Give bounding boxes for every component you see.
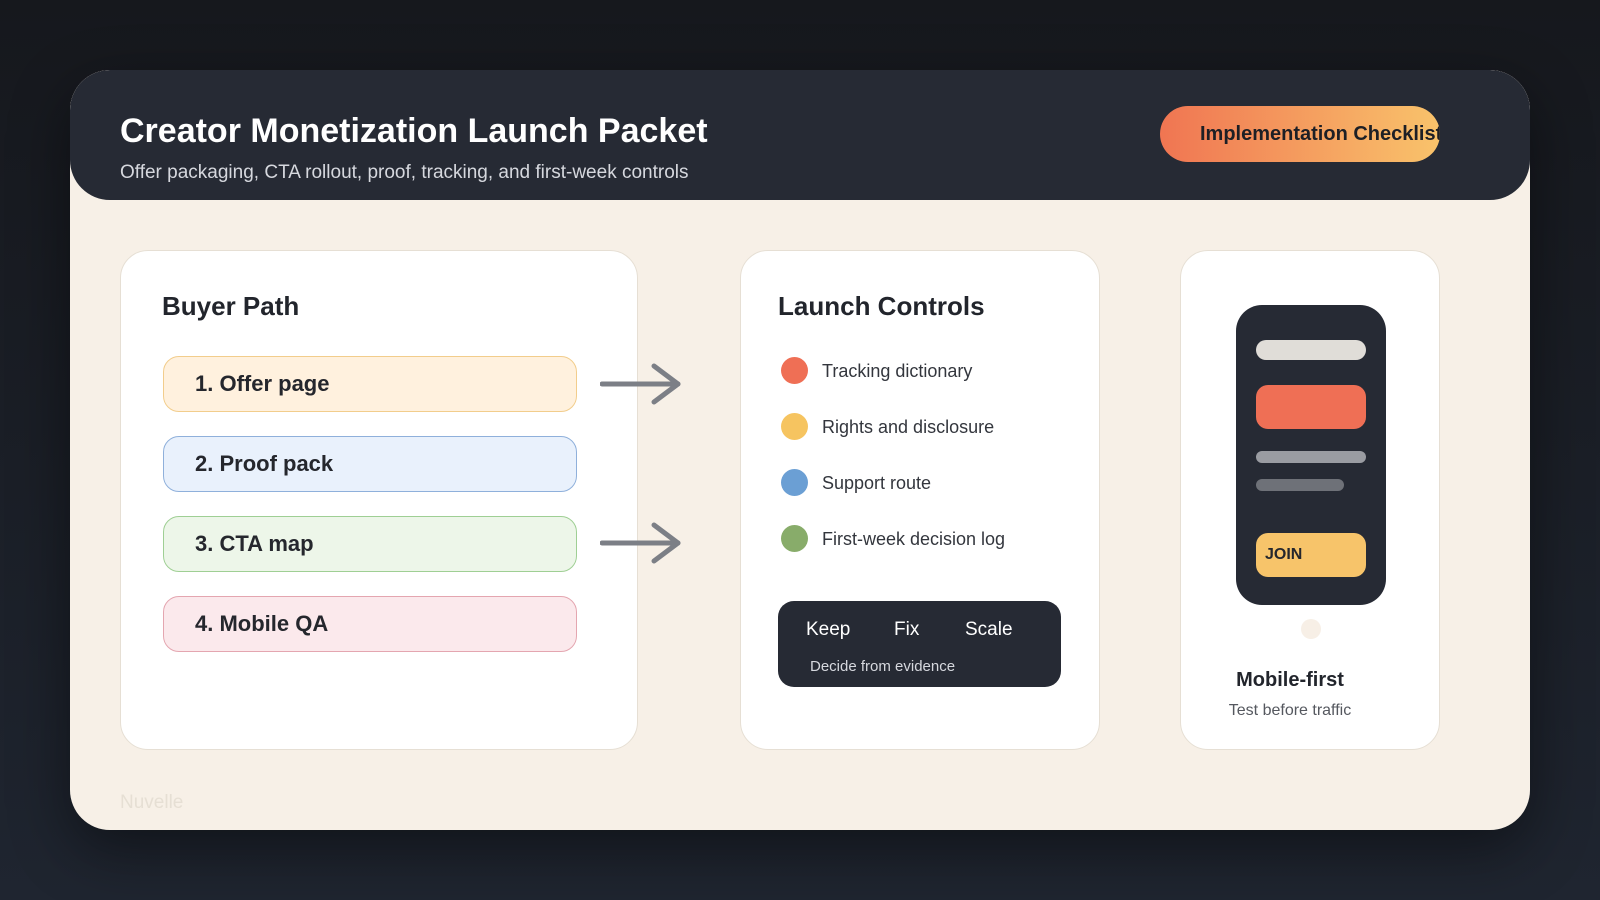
status-dot-green-icon xyxy=(781,525,808,552)
decision-keep: Keep xyxy=(806,619,851,640)
status-dot-red-icon xyxy=(781,357,808,384)
path-step-offer-page: 1. Offer page xyxy=(163,356,577,412)
mobile-first-card: JOIN Mobile-first Test before traffic xyxy=(1180,250,1440,750)
mobile-first-title: Mobile-first xyxy=(1236,669,1344,691)
arrow-right-icon xyxy=(600,363,681,405)
phone-join-button: JOIN xyxy=(1256,533,1366,577)
launch-controls-title: Launch Controls xyxy=(778,291,985,321)
buyer-path-card: Buyer Path 1. Offer page 2. Proof pack 3… xyxy=(120,250,638,750)
decision-fix: Fix xyxy=(894,619,920,640)
launch-packet-canvas: Creator Monetization Launch Packet Offer… xyxy=(70,70,1530,830)
launch-controls-card: Launch Controls Tracking dictionary Righ… xyxy=(740,250,1100,750)
phone-header-bar xyxy=(1256,340,1366,360)
decision-panel: Keep Fix Scale Decide from evidence xyxy=(778,601,1061,687)
phone-home-dot xyxy=(1301,619,1321,639)
arrow-right-icon xyxy=(600,522,681,564)
brand-watermark: Nuvelle xyxy=(120,792,184,813)
buyer-path-title: Buyer Path xyxy=(162,291,300,321)
path-step-cta-map: 3. CTA map xyxy=(163,516,577,572)
control-label: Tracking dictionary xyxy=(822,361,973,381)
phone-text-line xyxy=(1256,451,1366,463)
decision-scale: Scale xyxy=(965,619,1013,640)
decision-caption: Decide from evidence xyxy=(810,658,956,675)
control-label: Rights and disclosure xyxy=(822,417,995,437)
path-step-mobile-qa: 4. Mobile QA xyxy=(163,596,577,652)
page-title: Creator Monetization Launch Packet xyxy=(120,112,708,150)
mobile-first-subtitle: Test before traffic xyxy=(1228,702,1352,719)
page-subtitle: Offer packaging, CTA rollout, proof, tra… xyxy=(120,162,689,183)
phone-text-line xyxy=(1256,479,1344,491)
control-label: First-week decision log xyxy=(822,529,1006,549)
phone-mockup: JOIN xyxy=(1236,305,1386,605)
phone-hero-block xyxy=(1256,385,1366,429)
status-dot-yellow-icon xyxy=(781,413,808,440)
implementation-checklist-badge: Implementation Checklist xyxy=(1160,106,1440,162)
control-label: Support route xyxy=(822,473,932,493)
path-step-proof-pack: 2. Proof pack xyxy=(163,436,577,492)
status-dot-blue-icon xyxy=(781,469,808,496)
header-banner: Creator Monetization Launch Packet Offer… xyxy=(70,70,1530,200)
